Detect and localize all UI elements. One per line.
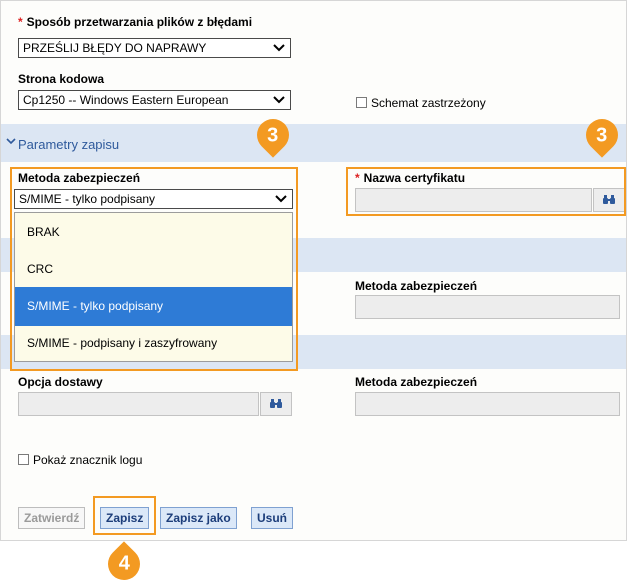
save-as-button[interactable]: Zapisz jako [160, 507, 237, 529]
security-method-3-input[interactable] [355, 392, 620, 416]
step-badge-4-save: 4 [101, 541, 147, 587]
delivery-option-label: Opcja dostawy [18, 375, 103, 389]
code-page-value: Cp1250 -- Windows Eastern European [23, 93, 229, 107]
step-badge-number: 4 [118, 553, 130, 575]
delete-button[interactable]: Usuń [251, 507, 293, 529]
show-log-marker-checkbox[interactable] [18, 454, 29, 465]
error-mode-value: PRZEŚLIJ BŁĘDY DO NAPRAWY [23, 41, 207, 55]
callout-highlight-save [93, 496, 156, 535]
security-method-2-label: Metoda zabezpieczeń [355, 279, 478, 293]
callout-highlight-certificate [346, 167, 626, 216]
security-method-3-label: Metoda zabezpieczeń [355, 375, 478, 389]
reserved-schema-label: Schemat zastrzeżony [371, 96, 486, 110]
code-page-select[interactable]: Cp1250 -- Windows Eastern European [18, 90, 291, 110]
chevron-down-icon [273, 44, 285, 52]
step-badge-number: 3 [596, 124, 608, 146]
confirm-button[interactable]: Zatwierdź [18, 507, 86, 529]
step-badge-number: 3 [267, 124, 279, 146]
section-header-save-params[interactable]: Parametry zapisu [1, 124, 626, 162]
show-log-marker-label: Pokaż znacznik logu [33, 453, 143, 467]
delivery-option-input[interactable] [18, 392, 259, 416]
chevron-down-icon [6, 138, 16, 145]
callout-highlight-security-method [10, 167, 298, 371]
binoculars-icon [270, 399, 282, 408]
error-mode-select[interactable]: PRZEŚLIJ BŁĘDY DO NAPRAWY [18, 38, 291, 58]
error-mode-label: * Sposób przetwarzania plików z błędami [18, 15, 252, 29]
security-method-2-input[interactable] [355, 295, 620, 319]
section-title: Parametry zapisu [18, 137, 120, 152]
required-marker: * [18, 15, 23, 29]
chevron-down-icon [273, 96, 285, 104]
code-page-label: Strona kodowa [18, 72, 105, 86]
delivery-option-lookup-button[interactable] [260, 392, 292, 416]
reserved-schema-checkbox[interactable] [356, 97, 367, 108]
error-mode-label-text: Sposób przetwarzania plików z błędami [26, 15, 253, 29]
